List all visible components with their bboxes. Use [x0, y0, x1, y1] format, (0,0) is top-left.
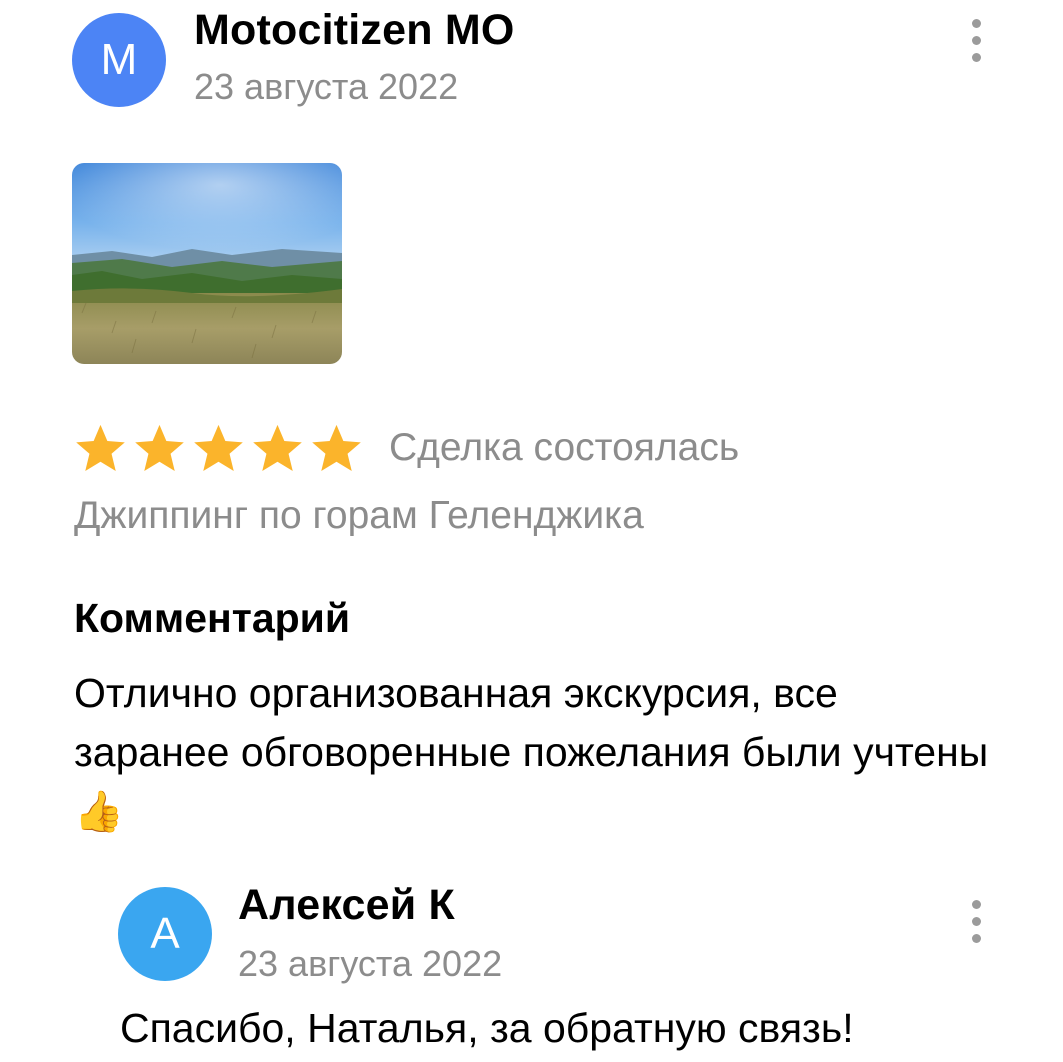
star-icon	[76, 424, 125, 471]
star-icon	[135, 424, 184, 471]
star-rating	[74, 423, 363, 474]
listing-title-link[interactable]: Джиппинг по горам Геленджика	[74, 494, 644, 538]
reviewer-name[interactable]: Motocitizen MO	[194, 6, 515, 55]
star-icon	[312, 424, 361, 471]
star-icon	[194, 424, 243, 471]
landscape-photo-icon	[72, 163, 342, 364]
star-icon	[253, 424, 302, 471]
thumbs-up-icon: 👍	[74, 790, 124, 834]
comment-body: Отлично организованная экскурсия, все за…	[74, 670, 989, 775]
more-vertical-icon[interactable]	[966, 900, 986, 943]
review-date: 23 августа 2022	[194, 66, 459, 107]
review-photo[interactable]	[72, 163, 342, 364]
more-vertical-icon[interactable]	[966, 19, 986, 62]
review-card: M Motocitizen MO 23 августа 2022 Сделка …	[0, 0, 1063, 1062]
comment-heading: Комментарий	[74, 595, 351, 641]
replier-avatar[interactable]: А	[118, 887, 212, 981]
replier-name[interactable]: Алексей К	[238, 881, 455, 930]
reply-text: Спасибо, Наталья, за обратную связь!	[120, 1005, 854, 1051]
deal-status: Сделка состоялась	[389, 426, 740, 469]
comment-text: Отлично организованная экскурсия, все за…	[74, 664, 994, 841]
reviews-page: M Motocitizen MO 23 августа 2022 Сделка …	[0, 0, 1063, 1062]
rating-row: Сделка состоялась	[74, 418, 739, 478]
reviewer-avatar[interactable]: M	[72, 13, 166, 107]
reply-date: 23 августа 2022	[238, 943, 503, 984]
